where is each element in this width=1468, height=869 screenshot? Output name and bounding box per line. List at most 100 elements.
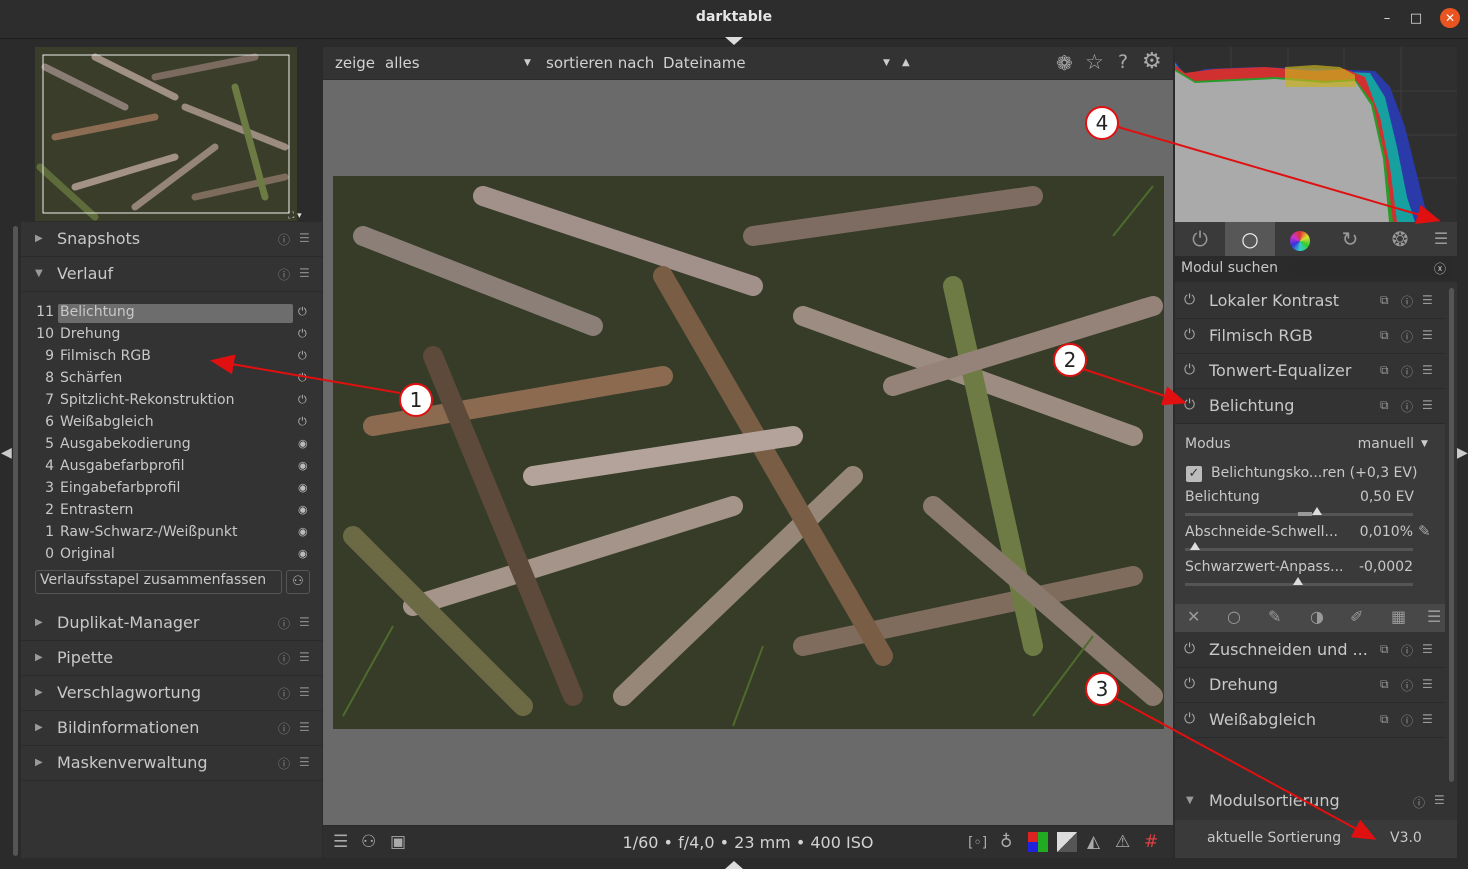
- black-level-value[interactable]: -0,0002: [1340, 559, 1413, 575]
- compensation-checkbox[interactable]: ✓: [1186, 466, 1202, 482]
- info-icon[interactable]: ⓘ: [278, 615, 290, 632]
- sort-order-icon[interactable]: ▲: [902, 57, 910, 68]
- presets-icon[interactable]: ☰: [1422, 293, 1433, 307]
- right-scrollbar[interactable]: [1449, 288, 1454, 782]
- tab-effect-modules[interactable]: ❂: [1375, 224, 1425, 254]
- mask-off-icon[interactable]: ✕: [1187, 607, 1200, 626]
- reset-icon[interactable]: ⓘ: [1401, 712, 1413, 729]
- history-compress-mode-icon[interactable]: ⚇: [286, 570, 310, 594]
- left-scrollbar[interactable]: [13, 226, 18, 856]
- reset-icon[interactable]: ⓘ: [1401, 328, 1413, 345]
- warning-icon[interactable]: ⚠: [1115, 832, 1130, 852]
- presets-icon[interactable]: ☰: [1422, 712, 1433, 726]
- tab-presets-menu[interactable]: ☰: [1425, 224, 1457, 254]
- history-item[interactable]: 2 Entrastern ◉: [21, 500, 322, 522]
- module-wei-abgleich[interactable]: ⏻ Weißabgleich ⧉ ⓘ ☰: [1175, 703, 1445, 738]
- histogram[interactable]: [1175, 47, 1457, 222]
- power-icon[interactable]: ⏻: [1184, 292, 1195, 308]
- presets-icon[interactable]: ☰: [299, 615, 310, 629]
- star-icon[interactable]: ☆: [1085, 50, 1104, 74]
- multi-instance-icon[interactable]: ⧉: [1380, 642, 1389, 657]
- chevron-down-icon[interactable]: ▼: [883, 58, 890, 68]
- clipping-slider-knob[interactable]: [1190, 542, 1200, 550]
- close-button[interactable]: ✕: [1440, 8, 1460, 28]
- navigation-thumbnail[interactable]: [35, 47, 297, 221]
- module-filmisch-rgb[interactable]: ⏻ Filmisch RGB ⧉ ⓘ ☰: [1175, 319, 1445, 354]
- info-icon[interactable]: ⓘ: [278, 685, 290, 702]
- color-labels-icon[interactable]: ❁: [1056, 51, 1073, 75]
- multi-instance-icon[interactable]: ⧉: [1380, 712, 1389, 727]
- tab-color-modules[interactable]: [1275, 224, 1325, 254]
- info-icon[interactable]: ⓘ: [1413, 794, 1425, 811]
- parametric-mask-icon[interactable]: ◑: [1310, 607, 1324, 626]
- gear-icon[interactable]: ⚙: [1142, 49, 1162, 74]
- history-item[interactable]: 6 Weißabgleich ⏻: [21, 412, 322, 434]
- bulb-icon[interactable]: ♁: [1000, 832, 1012, 852]
- history-item[interactable]: 7 Spitzlicht-Rekonstruktion ⏻: [21, 390, 322, 412]
- tab-correction-modules[interactable]: ↻: [1325, 224, 1375, 254]
- sort-dropdown[interactable]: Dateiname: [663, 54, 746, 72]
- section-snapshots[interactable]: ▶ Snapshots ⓘ ☰: [21, 222, 322, 257]
- reset-icon[interactable]: ⓘ: [1401, 642, 1413, 659]
- presets-icon[interactable]: ☰: [1422, 677, 1433, 691]
- history-item[interactable]: 10 Drehung ⏻: [21, 324, 322, 346]
- clear-search-icon[interactable]: ⓧ: [1434, 260, 1446, 277]
- chevron-down-icon[interactable]: ▼: [524, 58, 531, 68]
- guides-icon[interactable]: #: [1144, 832, 1158, 852]
- presets-icon[interactable]: ☰: [299, 650, 310, 664]
- section-bildinformationen[interactable]: ▶ Bildinformationen ⓘ ☰: [21, 711, 322, 746]
- gamut-check-icon[interactable]: [1057, 832, 1077, 852]
- section-duplikat-manager[interactable]: ▶ Duplikat-Manager ⓘ ☰: [21, 606, 322, 641]
- presets-icon[interactable]: ☰: [299, 266, 310, 280]
- main-photo[interactable]: [333, 176, 1164, 729]
- history-item[interactable]: 11 Belichtung ⏻: [21, 302, 322, 324]
- reset-icon[interactable]: ⓘ: [1401, 677, 1413, 694]
- section-history[interactable]: ▼ Verlauf ⓘ ☰: [21, 257, 322, 292]
- multi-instance-icon[interactable]: ⧉: [1380, 328, 1389, 343]
- clipping-slider-track[interactable]: [1185, 548, 1413, 551]
- exposure-slider-knob[interactable]: [1312, 507, 1322, 515]
- history-item[interactable]: 9 Filmisch RGB ⏻: [21, 346, 322, 368]
- black-level-slider-knob[interactable]: [1293, 577, 1303, 585]
- module-tonwert-equalizer[interactable]: ⏻ Tonwert-Equalizer ⧉ ⓘ ☰: [1175, 354, 1445, 389]
- history-item[interactable]: 5 Ausgabekodierung ◉: [21, 434, 322, 456]
- reset-icon[interactable]: ⓘ: [1401, 293, 1413, 310]
- history-item[interactable]: 1 Raw-Schwarz-/Weißpunkt ◉: [21, 522, 322, 544]
- section-pipette[interactable]: ▶ Pipette ⓘ ☰: [21, 641, 322, 676]
- reset-icon[interactable]: ⓘ: [1401, 398, 1413, 415]
- power-icon[interactable]: ⏻: [1184, 327, 1195, 343]
- minimize-button[interactable]: –: [1378, 10, 1396, 28]
- multi-instance-icon[interactable]: ⧉: [1380, 363, 1389, 378]
- presets-icon[interactable]: ☰: [299, 755, 310, 769]
- mode-dropdown[interactable]: manuell: [1340, 436, 1414, 452]
- softproof-icon[interactable]: [1028, 832, 1048, 852]
- maximize-button[interactable]: □: [1407, 10, 1425, 28]
- presets-icon[interactable]: ☰: [1422, 363, 1433, 377]
- drawn-mask-icon[interactable]: ✎: [1268, 607, 1281, 626]
- power-icon[interactable]: ⏻: [1184, 711, 1195, 727]
- tab-active-modules[interactable]: ⏻: [1175, 224, 1225, 254]
- raster-mask-icon[interactable]: ▦: [1391, 607, 1406, 626]
- history-item[interactable]: 3 Eingabefarbprofil ◉: [21, 478, 322, 500]
- right-panel-toggle-icon[interactable]: ▶: [1457, 445, 1468, 461]
- top-panel-toggle-icon[interactable]: [725, 37, 743, 45]
- multi-instance-icon[interactable]: ⧉: [1380, 677, 1389, 692]
- info-icon[interactable]: ⓘ: [278, 755, 290, 772]
- tab-base-modules[interactable]: ○: [1225, 224, 1275, 254]
- history-item[interactable]: 8 Schärfen ⏻: [21, 368, 322, 390]
- module-belichtung[interactable]: ⏻ Belichtung ⧉ ⓘ ☰: [1175, 389, 1445, 424]
- raw-overexposed-icon[interactable]: ◭: [1087, 832, 1100, 852]
- history-item[interactable]: 4 Ausgabefarbprofil ◉: [21, 456, 322, 478]
- color-picker-icon[interactable]: ✎: [1418, 522, 1431, 540]
- presets-icon[interactable]: ☰: [1422, 328, 1433, 342]
- left-panel-toggle-icon[interactable]: ◀: [1, 445, 12, 461]
- exposure-slider-value[interactable]: 0,50 EV: [1330, 489, 1414, 505]
- section-verschlagwortung[interactable]: ▶ Verschlagwortung ⓘ ☰: [21, 676, 322, 711]
- show-filter-dropdown[interactable]: alles: [385, 54, 420, 72]
- module-zuschneiden-und[interactable]: ⏻ Zuschneiden und ... ⧉ ⓘ ☰: [1175, 633, 1445, 668]
- presets-icon[interactable]: ☰: [299, 685, 310, 699]
- multi-instance-icon[interactable]: ⧉: [1380, 398, 1389, 413]
- presets-icon[interactable]: ☰: [299, 720, 310, 734]
- history-item[interactable]: 0 Original ◉: [21, 544, 322, 566]
- chevron-down-icon[interactable]: ▼: [1421, 439, 1428, 449]
